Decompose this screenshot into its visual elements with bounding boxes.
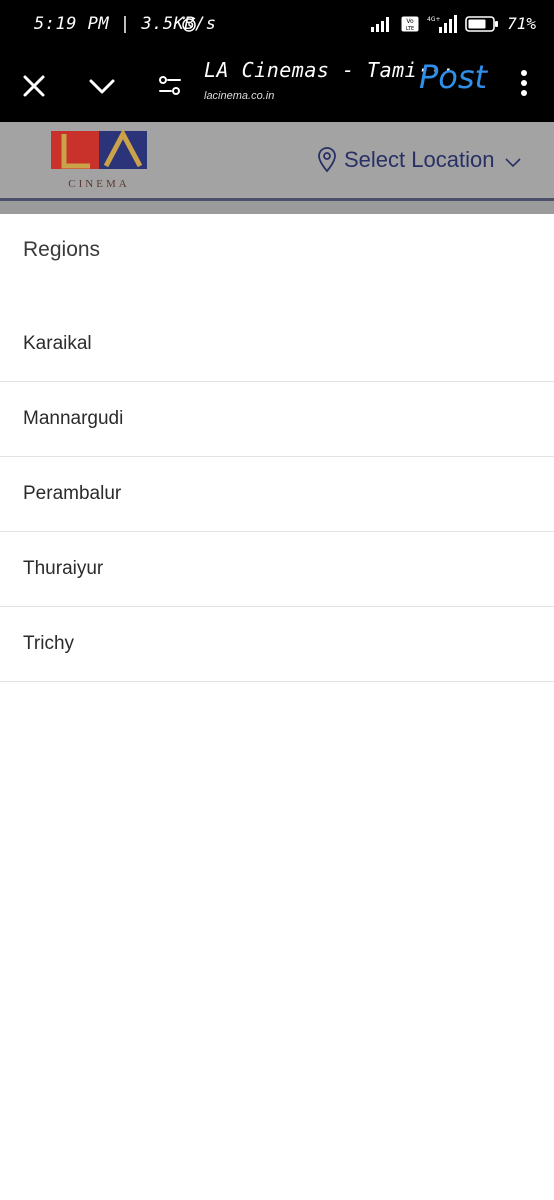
region-item-label: Perambalur <box>23 483 122 504</box>
close-icon[interactable] <box>17 69 51 103</box>
status-bar: 5:19 PM | 3.5KB/s Vo LTE 4G+ 71% <box>0 0 554 50</box>
region-item-karaikal[interactable]: Karaikal <box>0 307 554 382</box>
post-button[interactable]: Post <box>419 58 487 96</box>
chevron-down-icon[interactable] <box>85 69 119 103</box>
browser-toolbar: LA Cinemas - Tami··· lacinema.co.in Post <box>0 50 554 122</box>
region-item-label: Mannargudi <box>23 408 124 429</box>
site-settings-icon[interactable] <box>153 69 187 103</box>
select-location-label: Select Location <box>344 147 495 172</box>
volte-icon: Vo LTE <box>401 16 419 32</box>
region-item-label: Karaikal <box>23 333 92 354</box>
page-url[interactable]: lacinema.co.in <box>204 90 274 102</box>
volte-label-top: Vo <box>406 18 414 25</box>
region-item-perambalur[interactable]: Perambalur <box>0 457 554 532</box>
alarm-icon <box>182 16 196 32</box>
signal-icon <box>371 16 390 32</box>
page-title[interactable]: LA Cinemas - Tami··· <box>204 58 455 82</box>
region-item-trichy[interactable]: Trichy <box>0 607 554 682</box>
regions-heading: Regions <box>23 238 101 261</box>
map-pin-icon <box>318 147 336 173</box>
battery-icon <box>465 15 499 32</box>
signal-4g-label: 4G+ <box>427 16 441 23</box>
signal-4g-icon: 4G+ <box>427 14 458 33</box>
region-item-thuraiyur[interactable]: Thuraiyur <box>0 532 554 607</box>
status-icons: Vo LTE 4G+ 71% <box>371 14 536 33</box>
region-list: Karaikal Mannargudi Perambalur Thuraiyur… <box>0 307 554 682</box>
logo-wordmark: CINEMA <box>68 178 129 190</box>
more-options-icon[interactable] <box>520 70 528 100</box>
logo-red-block <box>51 131 99 169</box>
region-item-label: Thuraiyur <box>23 558 104 579</box>
battery-percent: 71% <box>507 14 536 33</box>
region-item-mannargudi[interactable]: Mannargudi <box>0 382 554 457</box>
la-cinema-logo[interactable]: CINEMA <box>50 130 148 192</box>
volte-label-bottom: LTE <box>406 26 414 32</box>
region-item-label: Trichy <box>23 633 75 654</box>
chevron-down-icon <box>505 158 522 168</box>
header-shadow <box>0 201 554 214</box>
select-location-button[interactable]: Select Location <box>316 144 522 176</box>
